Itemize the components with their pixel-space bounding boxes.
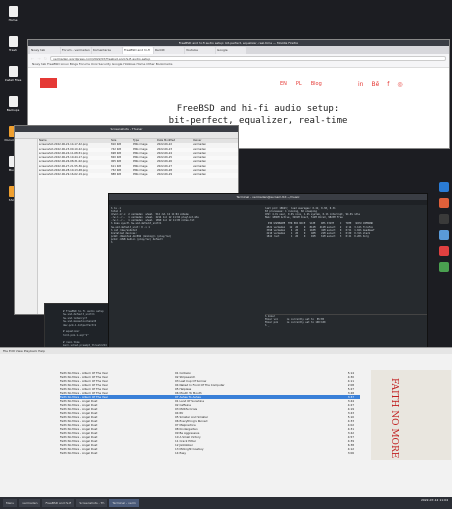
playlist: Faith No More - Album Of The Year 01 Coll… [60, 371, 360, 455]
desktop-icon[interactable]: Trash [2, 36, 24, 52]
desktop-icon[interactable]: Install Files [2, 66, 24, 82]
article-headline: FreeBSD and hi-fi audio setup: bit-perfe… [158, 103, 358, 127]
desktop-icon[interactable]: Backups [2, 96, 24, 112]
site-nav-link[interactable]: PL [296, 81, 302, 87]
taskbar-item[interactable]: Menu [3, 499, 18, 507]
url-input[interactable]: vermaden.wordpress.com/2022/07/freebsd-a… [50, 55, 446, 61]
desktop-icon-label: Backups [6, 108, 20, 112]
site-logo[interactable] [40, 78, 57, 88]
editor-icon[interactable] [439, 230, 449, 240]
bookmarks-bar[interactable]: Nowy tab FreeBSD Linux Blogs Forums Unix… [28, 62, 449, 68]
tab-bar: Nowy tab Forum - vermaden Komentarze FreeBS… [28, 46, 449, 54]
terminal-icon[interactable] [439, 214, 449, 224]
file-cell: PNG image [133, 173, 148, 177]
terminal-pane-left[interactable]: % ls -l total 4 drwxr-xr-x 2 vermaden wh… [111, 207, 261, 311]
site-nav: EN PL Blog [280, 81, 322, 87]
browser-tab[interactable]: Google [216, 47, 246, 54]
taskbar-items: Menu vermaden FreeBSD and hi-fi Screenshots… [3, 499, 139, 507]
file-cell: screenshot-2022-06-29-16-02-19.png [39, 173, 88, 177]
instagram-icon[interactable]: ◎ [397, 81, 402, 88]
facebook-icon[interactable]: f [387, 81, 389, 88]
headline-line-1: FreeBSD and hi-fi audio setup: [176, 104, 340, 114]
reload-icon[interactable]: ↻ [44, 56, 47, 61]
playlist-cell: 14 Easy [175, 451, 187, 455]
browser-tab[interactable]: FreeBSD and hi-fi [123, 47, 153, 54]
places-sidebar[interactable] [15, 139, 38, 314]
file-cell: 2022-06-29 [157, 173, 173, 177]
desktop-icon-label: Trash [9, 48, 17, 52]
browser-tab[interactable]: Forum - vermaden [61, 47, 91, 54]
player-icon[interactable] [439, 246, 449, 256]
right-dock [436, 180, 452, 330]
file-row[interactable]: screenshot-2022-06-29-16-02-19.png 888 Ki… [39, 173, 238, 178]
taskbar-item[interactable]: vermaden [19, 499, 41, 507]
taskbar: Menu vermaden FreeBSD and hi-fi Screenshots… [0, 497, 452, 509]
browser-tab[interactable]: Nowy tab [30, 47, 60, 54]
file-manager-toolbar [15, 132, 238, 139]
site-nav-link[interactable]: Blog [311, 81, 322, 87]
file-icon [8, 6, 18, 17]
office-icon[interactable] [439, 262, 449, 272]
terminal-tabs[interactable] [109, 200, 427, 205]
album-cover-title: FAITH NO MORE [389, 378, 399, 459]
playlist-row[interactable]: Faith No More - Angel Dust 14 Easy 3:06 [60, 451, 360, 455]
taskbar-item[interactable]: Screenshots - Th [76, 499, 108, 507]
desktop-icon-label: Install Files [4, 78, 22, 82]
playlist-cell: Faith No More - Angel Dust [60, 451, 98, 455]
social-links: in Bē f ◎ [358, 81, 403, 88]
file-cell: vermaden [193, 173, 207, 177]
linkedin-icon[interactable]: in [358, 81, 363, 88]
terminal-pane-top[interactable]: last pid: 18623; load averages: 0.42, 0.… [265, 207, 427, 311]
firefox-icon[interactable] [439, 198, 449, 208]
file-icon [8, 96, 18, 107]
desktop-icon[interactable]: Home [2, 6, 24, 22]
taskbar-item[interactable]: Terminal - verm [109, 499, 139, 507]
site-nav-link[interactable]: EN [280, 81, 287, 87]
back-icon[interactable]: ← [31, 56, 34, 61]
browser-tab[interactable]: Youtube [185, 47, 215, 54]
files-icon[interactable] [439, 182, 449, 192]
file-icon [8, 36, 18, 47]
desktop-icon-label: Home [8, 18, 18, 22]
taskbar-item[interactable]: FreeBSD and hi-fi [42, 499, 75, 507]
clock[interactable]: 2022-07-12 11:04 [421, 498, 448, 502]
album-cover: FAITH NO MORE [371, 370, 451, 460]
browser-tab[interactable]: Reddit [154, 47, 184, 54]
playlist-cell: 3:06 [347, 451, 354, 455]
player-menu-bar[interactable]: File Edit View Playback Help [0, 348, 452, 354]
file-icon [8, 66, 18, 77]
browser-tab[interactable]: Komentarze [92, 47, 122, 54]
url-bar: ← → ↻ vermaden.wordpress.com/2022/07/fre… [28, 54, 449, 62]
behance-icon[interactable]: Bē [371, 81, 379, 88]
forward-icon[interactable]: → [37, 56, 40, 61]
file-cell: 888 KiB [111, 173, 121, 177]
